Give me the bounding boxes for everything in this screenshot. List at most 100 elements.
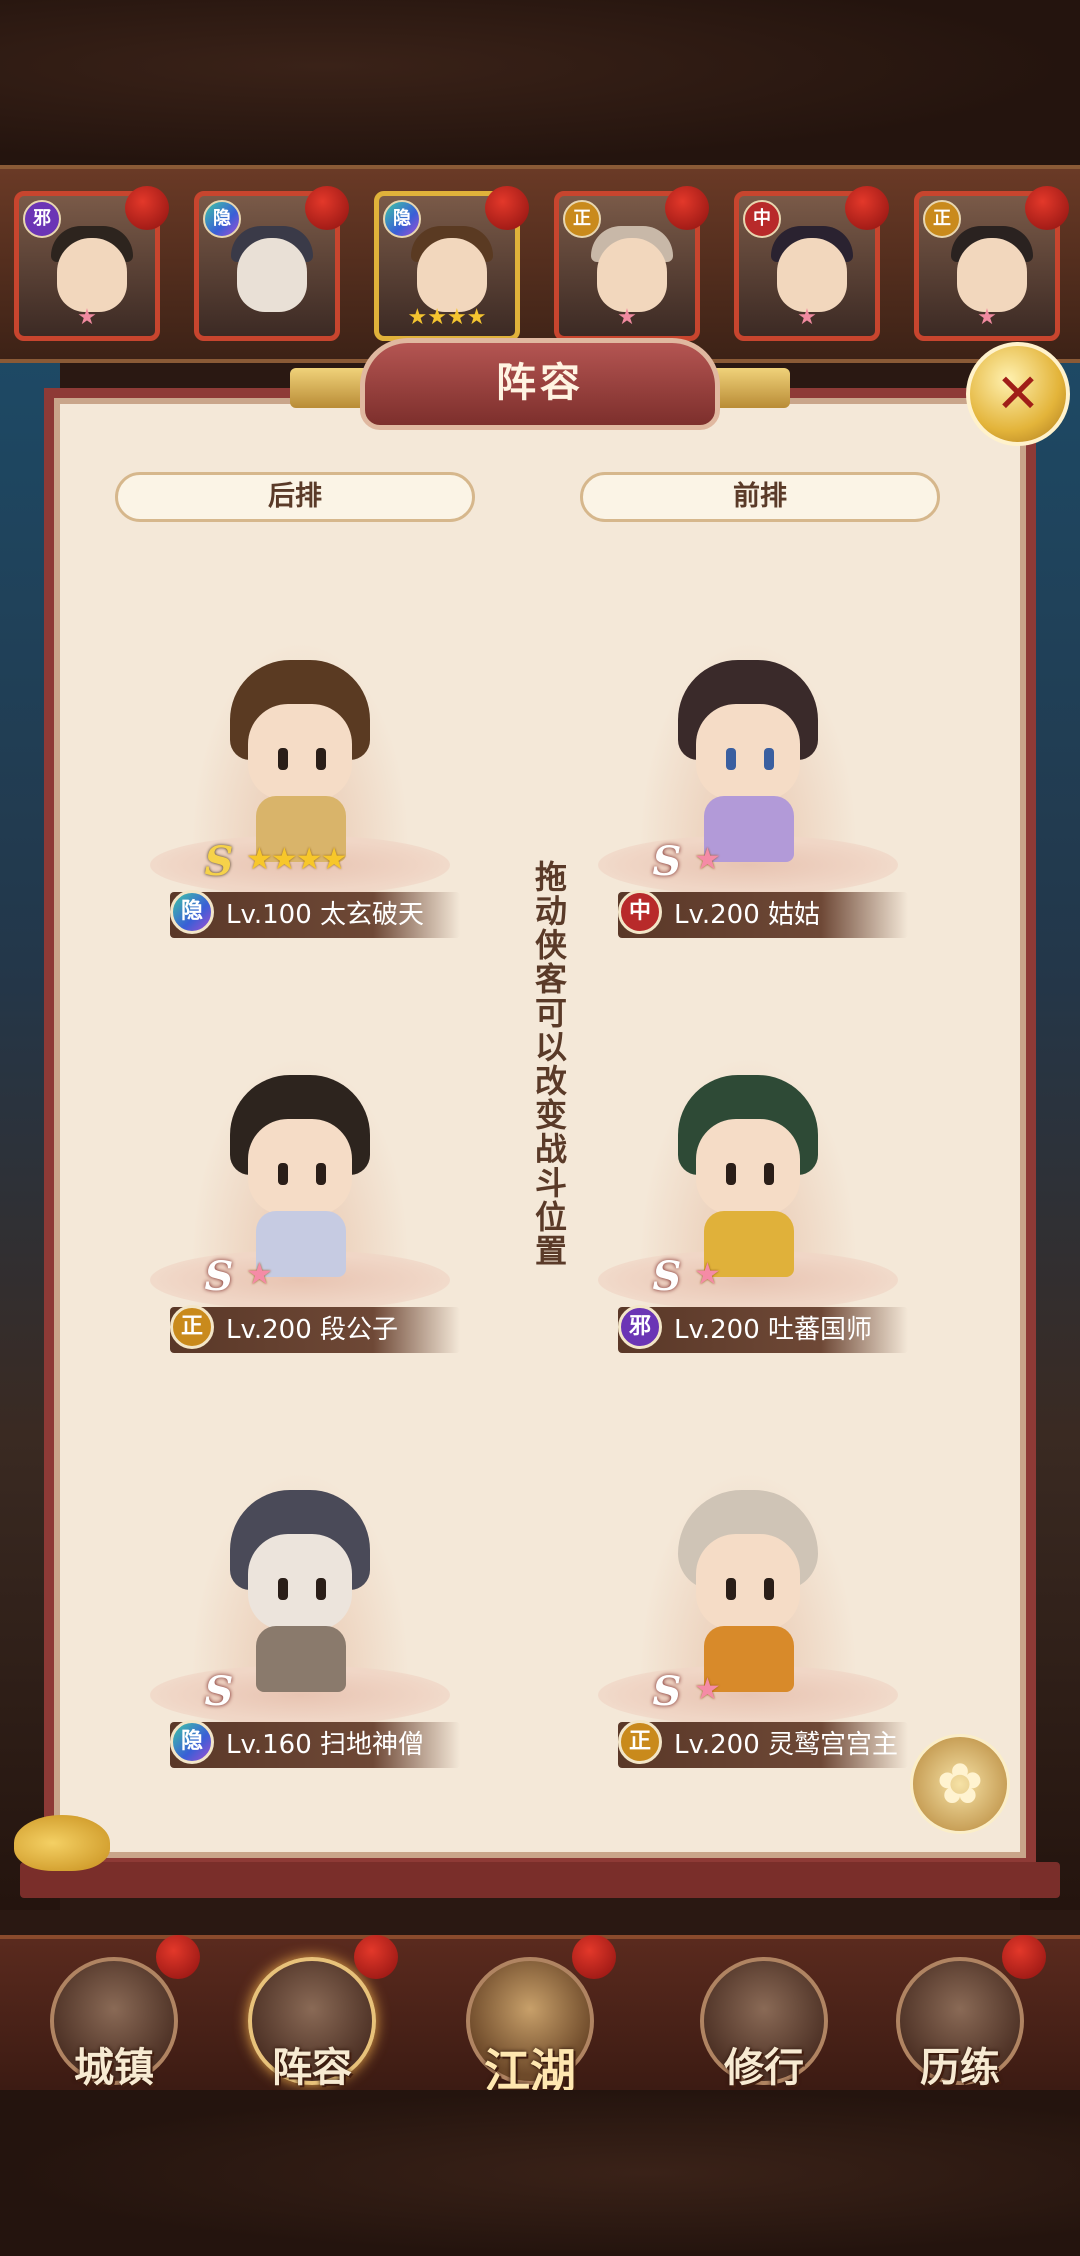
- hero-figure-icon: [668, 1490, 828, 1692]
- notification-dot: [1002, 1935, 1046, 1979]
- faction-badge: 中: [618, 890, 662, 934]
- nav-experience[interactable]: 历练: [890, 1935, 1046, 2091]
- roster-hero-card[interactable]: 中 ★: [734, 186, 889, 341]
- faction-badge: 隐: [170, 1720, 214, 1764]
- hero-name-bar: 邪 Lv.200 吐蕃国师: [618, 1305, 908, 1353]
- hero-slot-front-3[interactable]: S ★ 正 Lv.200 灵鹫宫宫主: [598, 1450, 908, 1768]
- hero-portrait-icon: [57, 238, 127, 312]
- roster-hero-card[interactable]: 邪 ★: [14, 186, 169, 341]
- nav-label: 修行: [724, 2044, 804, 2091]
- hero-portrait-icon: [957, 238, 1027, 312]
- hero-eye: [764, 1163, 774, 1185]
- nav-label: 历练: [920, 2044, 1000, 2091]
- notification-dot: [354, 1935, 398, 1979]
- notification-dot: [485, 186, 529, 230]
- hero-portrait-icon: [597, 238, 667, 312]
- hero-level-name: Lv.200 姑姑: [674, 900, 821, 930]
- grade-badge: S: [652, 1668, 682, 1715]
- faction-badge: 正: [923, 200, 961, 238]
- nav-jianghu[interactable]: 江湖: [460, 1935, 616, 2098]
- nav-training[interactable]: 修行: [694, 1947, 834, 2091]
- hero-level-name: Lv.200 吐蕃国师: [674, 1315, 873, 1345]
- hero-eye: [278, 1578, 288, 1600]
- faction-badge: 隐: [383, 200, 421, 238]
- hero-level-name: Lv.160 扫地神僧: [226, 1730, 425, 1760]
- hero-slot-back-1[interactable]: S ★★★★ 隐 Lv.100 太玄破天: [150, 620, 460, 938]
- nav-town[interactable]: 城镇: [44, 1935, 200, 2091]
- faction-badge: 中: [743, 200, 781, 238]
- front-row-label: 前排: [580, 472, 940, 522]
- hero-eye: [764, 1578, 774, 1600]
- roster-hero-card[interactable]: 正 ★: [914, 186, 1069, 341]
- star-rating: ★: [694, 1257, 721, 1292]
- notification-dot: [1025, 186, 1069, 230]
- roster-hero-card[interactable]: 隐 ★★★★: [374, 186, 529, 341]
- faction-badge: 邪: [618, 1305, 662, 1349]
- grade-badge: S: [652, 1253, 682, 1300]
- grade-badge: S: [204, 1668, 234, 1715]
- star-rating: ★: [694, 1672, 721, 1707]
- hero-eye: [764, 748, 774, 770]
- notification-dot: [572, 1935, 616, 1979]
- notification-dot: [125, 186, 169, 230]
- hero-slot-front-1[interactable]: S ★ 中 Lv.200 姑姑: [598, 620, 908, 938]
- faction-badge: 邪: [23, 200, 61, 238]
- cloud-decoration-icon: [14, 1815, 110, 1871]
- hero-slot-back-2[interactable]: S ★ 正 Lv.200 段公子: [150, 1035, 460, 1353]
- star-rating: ★★★★: [246, 842, 348, 877]
- top-background: [0, 0, 1080, 165]
- bottom-navigation: 城镇 阵容 江湖 修行 历练: [0, 1935, 1080, 2099]
- nav-label: 城镇: [74, 2044, 154, 2091]
- flower-icon: ✿: [936, 1752, 984, 1817]
- hero-eye: [726, 1578, 736, 1600]
- hero-name-bar: 隐 Lv.160 扫地神僧: [170, 1720, 460, 1768]
- hero-face: [696, 1119, 800, 1215]
- hero-name-bar: 中 Lv.200 姑姑: [618, 890, 908, 938]
- hero-eye: [726, 1163, 736, 1185]
- hero-portrait-icon: [417, 238, 487, 312]
- faction-badge: 隐: [203, 200, 241, 238]
- roster-hero-card[interactable]: 正 ★: [554, 186, 709, 341]
- hero-eye: [316, 1163, 326, 1185]
- notification-dot: [665, 186, 709, 230]
- nav-lineup[interactable]: 阵容: [242, 1935, 398, 2091]
- hero-eye: [316, 1578, 326, 1600]
- hero-figure-icon: [220, 660, 380, 862]
- star-rating: ★: [797, 305, 817, 330]
- hero-face: [696, 704, 800, 800]
- hero-level-name: Lv.200 段公子: [226, 1315, 399, 1345]
- notification-dot: [845, 186, 889, 230]
- hero-eye: [278, 1163, 288, 1185]
- panel-bottom-frame: [20, 1862, 1060, 1898]
- hero-face: [696, 1534, 800, 1630]
- star-rating: ★: [617, 305, 637, 330]
- hero-level-name: Lv.100 太玄破天: [226, 900, 425, 930]
- faction-badge: 正: [563, 200, 601, 238]
- hero-slot-back-3[interactable]: S 隐 Lv.160 扫地神僧: [150, 1450, 460, 1768]
- grade-badge: S: [204, 838, 234, 885]
- hero-face: [248, 704, 352, 800]
- hero-slot-front-2[interactable]: S ★ 邪 Lv.200 吐蕃国师: [598, 1035, 908, 1353]
- faction-badge: 正: [170, 1305, 214, 1349]
- drag-hint-text: 拖动侠客可以改变战斗位置: [530, 860, 568, 1268]
- notification-dot: [305, 186, 349, 230]
- hero-portrait-icon: [777, 238, 847, 312]
- hero-roster-strip: 邪 ★ 隐 隐 ★★★★ 正 ★ 中 ★ 正 ★: [0, 165, 1080, 363]
- star-rating: ★★★★: [407, 305, 487, 330]
- close-button[interactable]: ✕: [966, 342, 1070, 446]
- roster-hero-card[interactable]: 隐: [194, 186, 349, 341]
- hero-figure-icon: [220, 1490, 380, 1692]
- back-row-label: 后排: [115, 472, 475, 522]
- grade-badge: S: [204, 1253, 234, 1300]
- hero-eye: [726, 748, 736, 770]
- hero-figure-icon: [668, 660, 828, 862]
- hero-portrait-icon: [237, 238, 307, 312]
- hero-face: [248, 1534, 352, 1630]
- bottom-background: [0, 2090, 1080, 2256]
- faction-badge: 正: [618, 1720, 662, 1764]
- star-rating: ★: [694, 842, 721, 877]
- flower-menu-button[interactable]: ✿: [910, 1734, 1010, 1834]
- hero-eye: [316, 748, 326, 770]
- notification-dot: [156, 1935, 200, 1979]
- hero-name-bar: 正 Lv.200 灵鹫宫宫主: [618, 1720, 908, 1768]
